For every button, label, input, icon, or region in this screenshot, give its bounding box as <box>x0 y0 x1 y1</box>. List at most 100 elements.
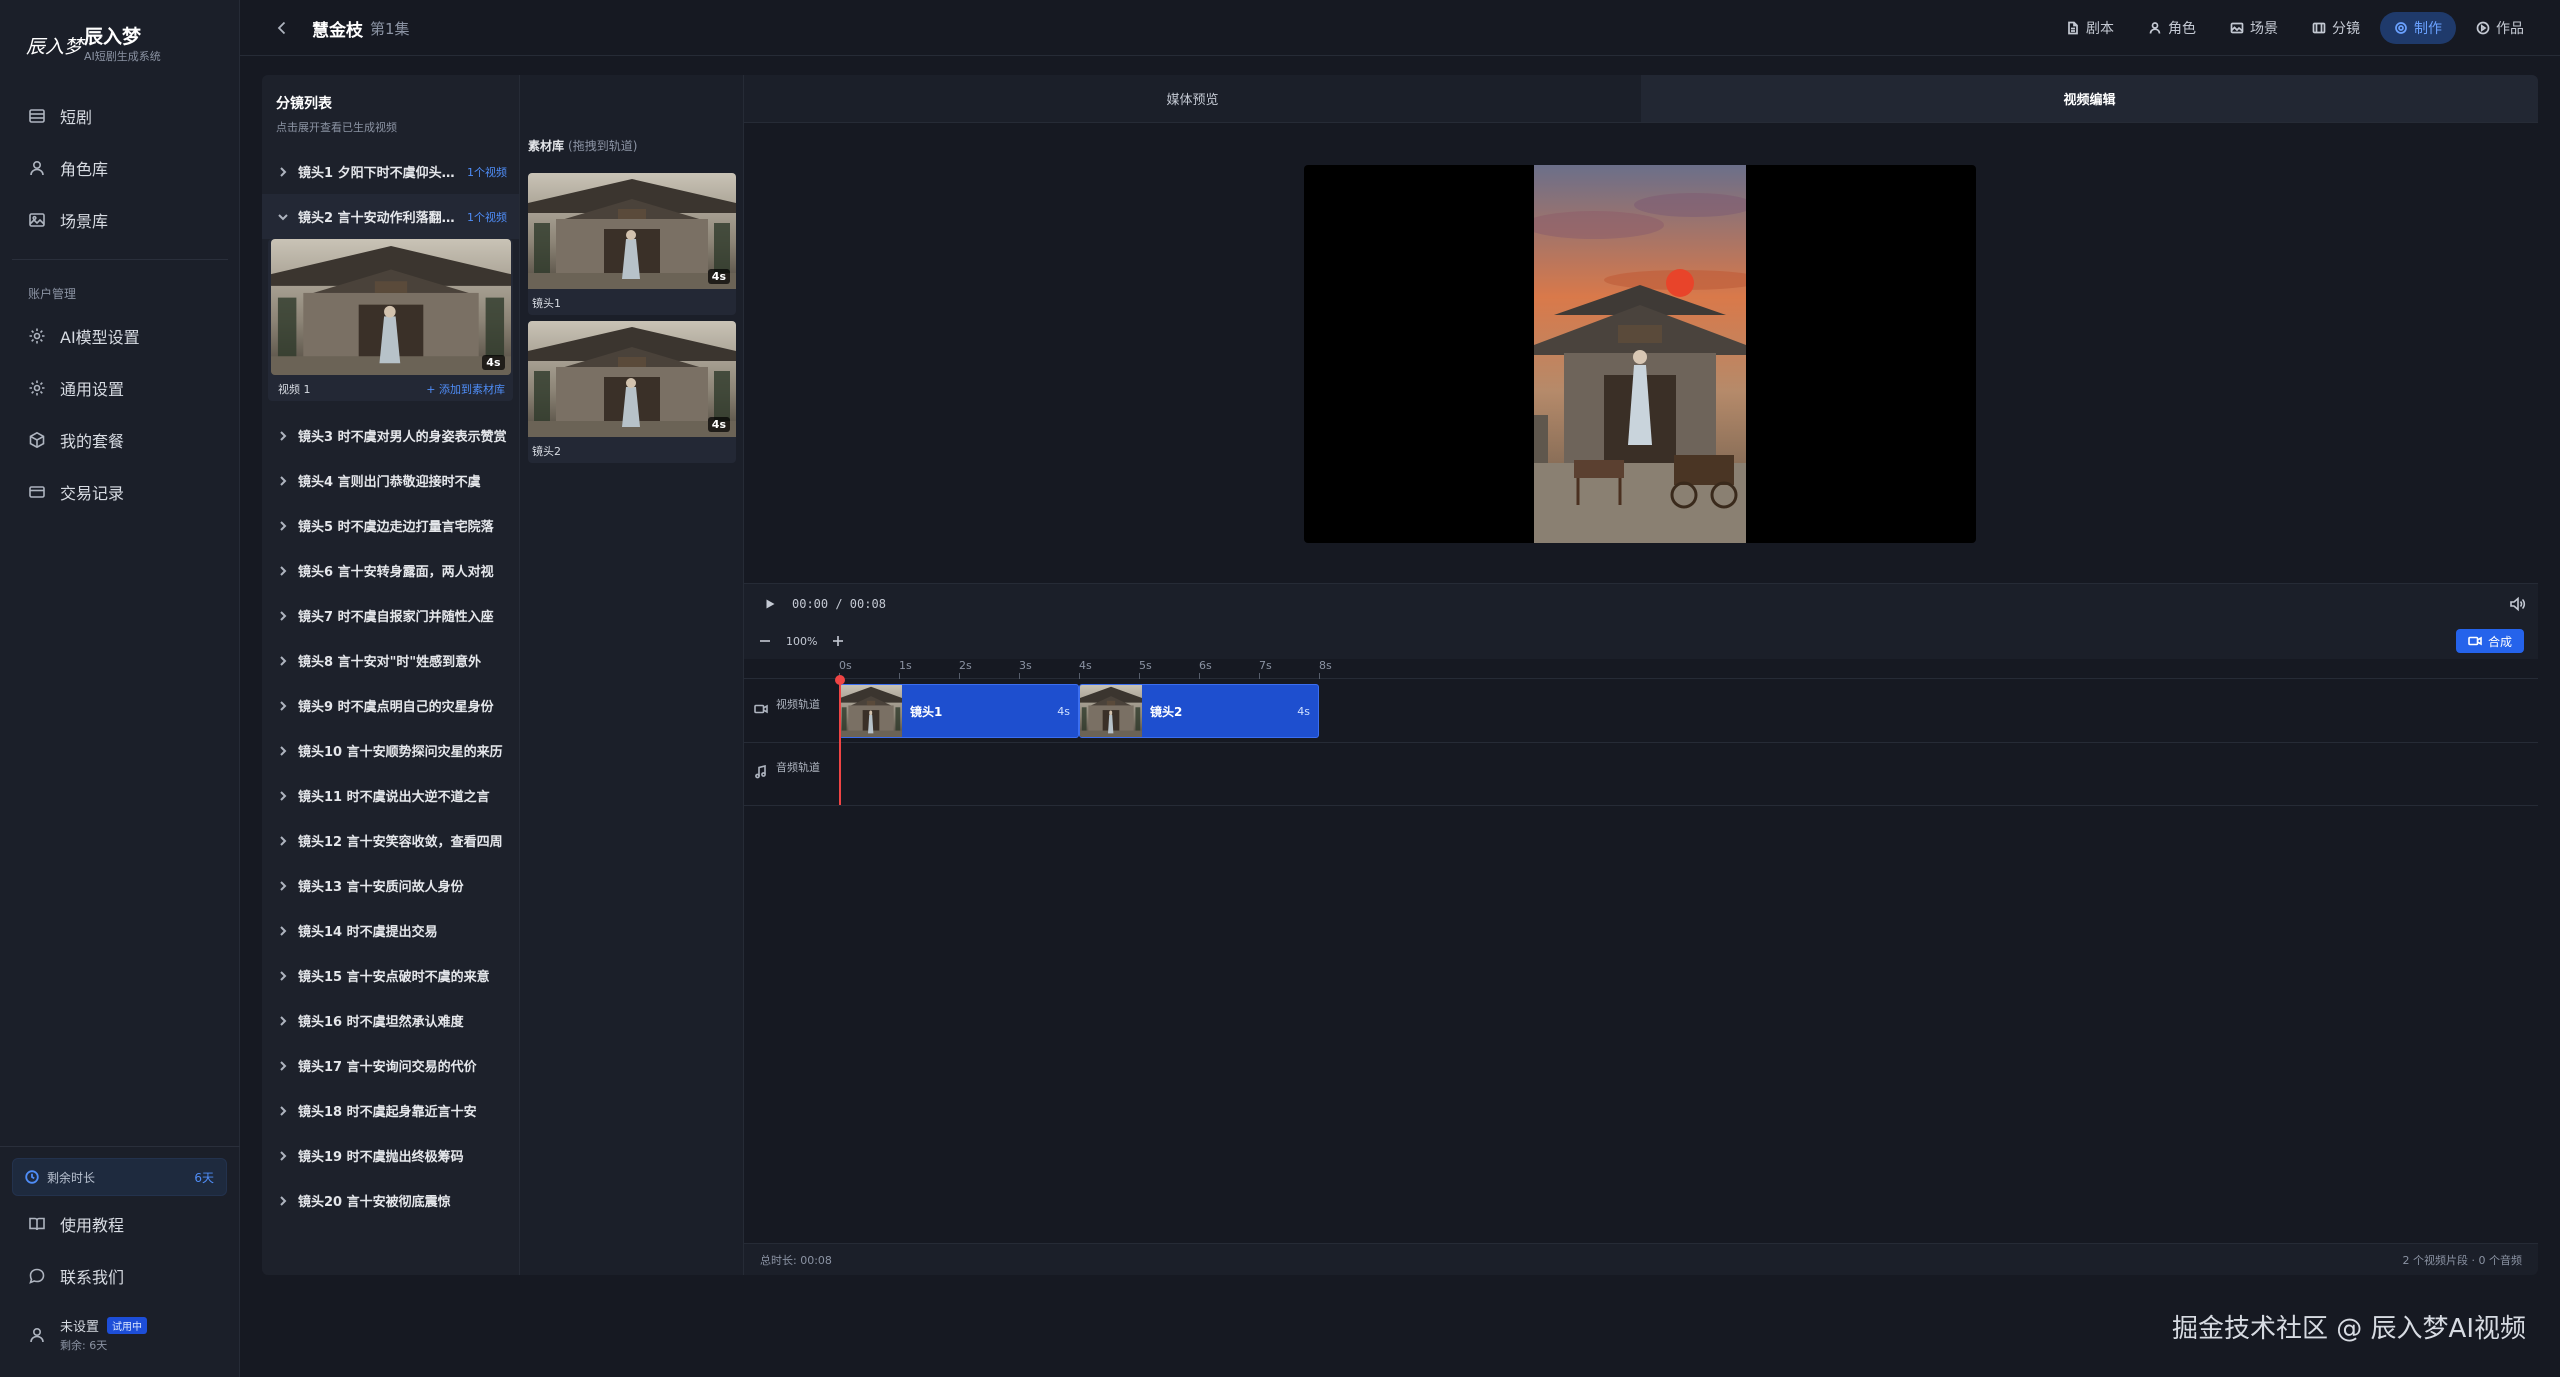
production-workspace: 分镜列表 点击展开查看已生成视频 镜头1 夕阳下时不虞仰头凝视金枝 1个视频镜头2… <box>262 75 2538 1275</box>
user-icon <box>30 1327 44 1342</box>
main-nav: 短剧 角色库 场景库 <box>12 90 228 246</box>
shot-item[interactable]: 镜头20 言十安被彻底震惊 <box>262 1178 519 1223</box>
shot-item[interactable]: 镜头19 时不虞抛出终极筹码 <box>262 1133 519 1178</box>
page-title: 慧金枝 <box>312 21 363 41</box>
user-icon <box>2149 22 2161 34</box>
sidebar-item-transactions[interactable]: 交易记录 <box>12 466 228 518</box>
brand[interactable]: 辰入梦 辰入梦 AI短剧生成系统 <box>26 20 161 70</box>
library-thumbnail: 4s <box>528 321 736 437</box>
episode-label: 第1集 <box>370 20 410 38</box>
playhead-handle[interactable] <box>835 675 845 685</box>
shot-item[interactable]: 镜头9 时不虞点明自己的灾星身份 <box>262 683 519 728</box>
timeline-clip[interactable]: 镜头2 4s <box>1079 684 1319 738</box>
shot-item[interactable]: 镜头2 言十安动作利落翻身下马 1个视频 <box>262 194 519 239</box>
sidebar-item-scene-library[interactable]: 场景库 <box>12 194 228 246</box>
video-preview[interactable] <box>1304 165 1976 543</box>
image-icon <box>28 211 46 229</box>
shot-item[interactable]: 镜头12 言十安笑容收敛，查看四周 <box>262 818 519 863</box>
library-item-label: 镜头1 <box>532 297 561 310</box>
tab-character[interactable]: 角色 <box>2134 12 2210 44</box>
timeline-ruler[interactable]: 0s 1s 2s 3s 4s 5s 6s 7s 8s <box>744 659 2538 679</box>
card-icon <box>28 483 46 501</box>
shot-item[interactable]: 镜头15 言十安点破时不虞的来意 <box>262 953 519 998</box>
sidebar-item-label: 通用设置 <box>60 380 125 399</box>
ruler-tick: 5s <box>1139 659 1152 679</box>
ruler-tick: 1s <box>899 659 912 679</box>
shot-item[interactable]: 镜头7 时不虞自报家门并随性入座 <box>262 593 519 638</box>
generated-video-thumbnail[interactable]: 4s <box>270 239 511 375</box>
video-count: 1个视频 <box>467 165 507 179</box>
section-title: 账户管理 <box>28 287 77 301</box>
sidebar-item-label: 场景库 <box>60 212 109 231</box>
sidebar-item-label: 我的套餐 <box>60 432 125 451</box>
volume-icon[interactable] <box>2508 595 2526 613</box>
tab-script[interactable]: 剧本 <box>2052 12 2128 44</box>
ruler-tick: 3s <box>1019 659 1032 679</box>
shot-item[interactable]: 镜头16 时不虞坦然承认难度 <box>262 998 519 1043</box>
sidebar-item-label: 联系我们 <box>60 1268 125 1287</box>
shot-item[interactable]: 镜头10 言十安顺势探问灾星的来历 <box>262 728 519 773</box>
sidebar-item-short-drama[interactable]: 短剧 <box>12 90 228 142</box>
account-nav: AI模型设置 通用设置 我的套餐 交易记录 <box>12 310 228 518</box>
shot-item[interactable]: 镜头1 夕阳下时不虞仰头凝视金枝 1个视频 <box>262 149 519 194</box>
library-item[interactable]: 4s 镜头2 <box>528 321 736 463</box>
user-icon <box>28 159 46 177</box>
shot-item[interactable]: 镜头6 言十安转身露面，两人对视 <box>262 548 519 593</box>
clip-summary: 2 个视频片段 · 0 个音频 <box>2402 1253 2522 1267</box>
tab-video-edit[interactable]: 视频编辑 <box>1641 75 2538 122</box>
tab-scene[interactable]: 场景 <box>2216 12 2292 44</box>
shot-item[interactable]: 镜头14 时不虞提出交易 <box>262 908 519 953</box>
shot-name: 镜头17 言十安询问交易的代价 <box>298 1060 477 1075</box>
shot-list-panel: 分镜列表 点击展开查看已生成视频 镜头1 夕阳下时不虞仰头凝视金枝 1个视频镜头2… <box>262 75 520 1275</box>
preview-scene-image <box>1534 165 1746 543</box>
user-profile[interactable]: 未设置 试用中 剩余: 6天 <box>28 1316 148 1353</box>
shot-name: 镜头5 时不虞边走边打量言宅院落 <box>298 520 494 535</box>
sidebar: 辰入梦 辰入梦 AI短剧生成系统 短剧 角色库 场景库 账户管理 AI模型设置 … <box>0 0 240 1377</box>
chevron-right-icon <box>276 564 290 578</box>
clock-icon <box>25 1170 39 1184</box>
zoom-in-icon[interactable] <box>831 634 845 648</box>
sidebar-item-general-settings[interactable]: 通用设置 <box>12 362 228 414</box>
video-track: 视频轨道 镜头1 4s 镜头2 4s <box>744 680 2538 743</box>
sidebar-item-contact[interactable]: 联系我们 <box>12 1250 228 1302</box>
shot-item[interactable]: 镜头11 时不虞说出大逆不道之言 <box>262 773 519 818</box>
shot-item[interactable]: 镜头3 时不虞对男人的身姿表示赞赏 <box>262 413 519 458</box>
timeline-clip[interactable]: 镜头1 4s <box>839 684 1079 738</box>
chevron-right-icon <box>276 609 290 623</box>
play-icon[interactable] <box>764 598 776 610</box>
shot-name: 镜头14 时不虞提出交易 <box>298 925 438 940</box>
timeline-toolbar: 100% 合成 <box>744 623 2538 659</box>
sidebar-item-my-package[interactable]: 我的套餐 <box>12 414 228 466</box>
shot-item[interactable]: 镜头18 时不虞起身靠近言十安 <box>262 1088 519 1133</box>
tab-production[interactable]: 制作 <box>2380 12 2456 44</box>
chevron-down-icon <box>276 210 290 224</box>
shot-name: 镜头10 言十安顺势探问灾星的来历 <box>298 745 503 760</box>
tab-storyboard[interactable]: 分镜 <box>2298 12 2374 44</box>
tab-works[interactable]: 作品 <box>2462 12 2538 44</box>
library-item[interactable]: 4s 镜头1 <box>528 173 736 315</box>
zoom-out-icon[interactable] <box>758 634 772 648</box>
top-header: 慧金枝 第1集 剧本 角色 场景 分镜 制作 作品 <box>240 0 2560 56</box>
shot-item[interactable]: 镜头4 言则出门恭敬迎接时不虞 <box>262 458 519 503</box>
compose-button[interactable]: 合成 <box>2455 629 2524 653</box>
tab-media-preview[interactable]: 媒体预览 <box>744 75 1641 122</box>
sidebar-item-character-library[interactable]: 角色库 <box>12 142 228 194</box>
shot-item[interactable]: 镜头13 言十安质问故人身份 <box>262 863 519 908</box>
library-thumbnail: 4s <box>528 173 736 289</box>
watermark: 掘金技术社区 @ 辰入梦AI视频 <box>2172 1314 2526 1344</box>
chevron-right-icon <box>276 834 290 848</box>
back-button[interactable] <box>272 18 292 38</box>
shot-item[interactable]: 镜头8 言十安对"时"姓感到意外 <box>262 638 519 683</box>
shot-item[interactable]: 镜头5 时不虞边走边打量言宅院落 <box>262 503 519 548</box>
playhead[interactable] <box>839 679 841 805</box>
sidebar-item-tutorial[interactable]: 使用教程 <box>12 1198 228 1250</box>
brand-subtitle: AI短剧生成系统 <box>84 50 161 63</box>
clip-thumbnail <box>1080 685 1142 737</box>
add-to-library-button[interactable]: + 添加到素材库 <box>426 381 505 397</box>
remaining-time-card[interactable]: 剩余时长 6天 <box>12 1158 227 1196</box>
sidebar-item-ai-model-settings[interactable]: AI模型设置 <box>12 310 228 362</box>
chevron-right-icon <box>276 474 290 488</box>
ruler-tick: 7s <box>1259 659 1272 679</box>
shot-item[interactable]: 镜头17 言十安询问交易的代价 <box>262 1043 519 1088</box>
chevron-right-icon <box>276 699 290 713</box>
